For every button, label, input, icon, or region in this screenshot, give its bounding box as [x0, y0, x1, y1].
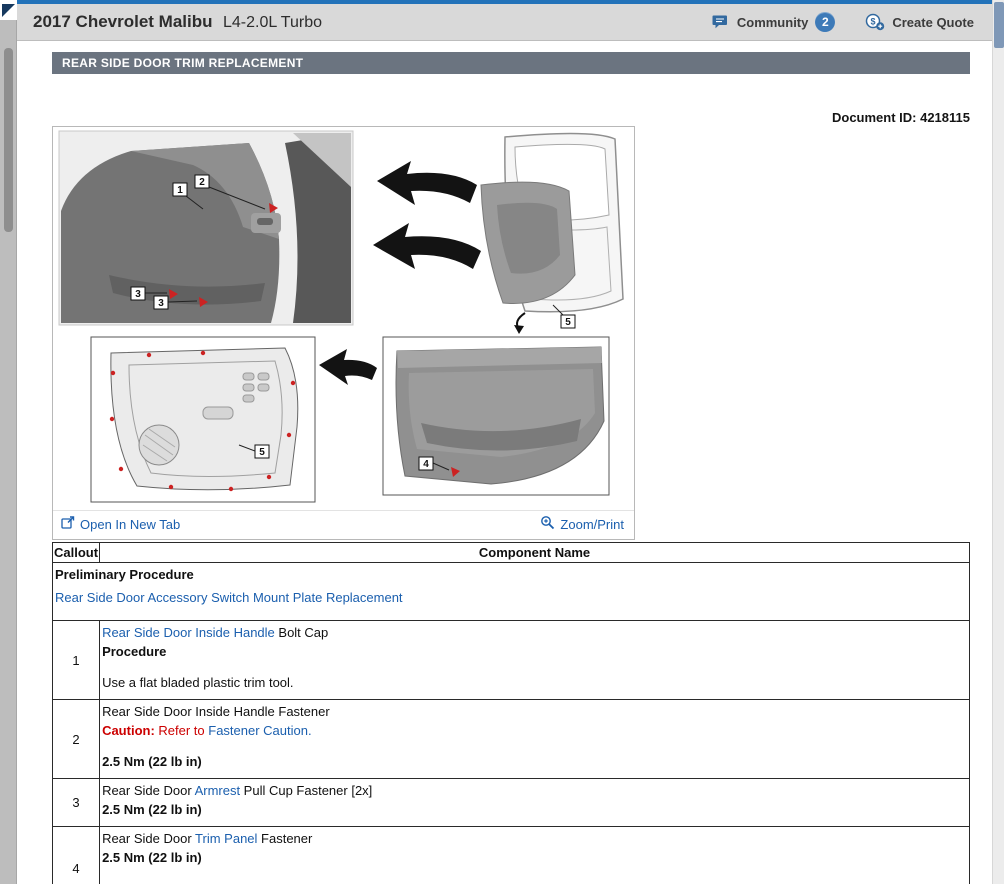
procedure-label: Procedure [102, 642, 965, 661]
component-cell: Rear Side Door Armrest Pull Cup Fastener… [100, 779, 970, 827]
collapse-panel-icon[interactable] [2, 4, 15, 17]
torque-spec: 2.5 Nm (22 lb in) [102, 752, 965, 771]
scrollbar-thumb[interactable] [994, 2, 1004, 48]
diagram-removal-view [373, 133, 623, 334]
diagram-trim-front-view [383, 337, 609, 495]
community-label: Community [737, 15, 809, 30]
table-row-callout-4: 4 Rear Side Door Trim Panel Fastener 2.5… [53, 827, 970, 884]
component-name-line: Rear Side Door Armrest Pull Cup Fastener… [102, 781, 965, 800]
create-quote-icon: $ [865, 13, 885, 31]
callout-number: 2 [53, 700, 100, 779]
vertical-scrollbar[interactable] [992, 0, 1004, 884]
svg-text:5: 5 [259, 447, 265, 458]
table-row-callout-3: 3 Rear Side Door Armrest Pull Cup Fasten… [53, 779, 970, 827]
zoom-magnifier-icon [540, 515, 555, 533]
create-quote-button[interactable]: $ Create Quote [865, 13, 974, 31]
diagram-handle-view [59, 131, 353, 325]
callout-number: 3 [53, 779, 100, 827]
component-cell: Rear Side Door Inside Handle Fastener Ca… [100, 700, 970, 779]
section-title: REAR SIDE DOOR TRIM REPLACEMENT [62, 56, 303, 70]
svg-text:5: 5 [565, 317, 571, 328]
procedure-note: Use a flat bladed plastic trim tool. [102, 673, 965, 692]
header-bar: 2017 Chevrolet Malibu L4-2.0L Turbo Comm… [17, 4, 992, 41]
diagram-trim-back-view [91, 337, 377, 502]
table-row-callout-1: 1 Rear Side Door Inside Handle Bolt Cap … [53, 621, 970, 700]
component-name-text: Fastener [257, 831, 312, 846]
svg-text:3: 3 [158, 298, 164, 309]
svg-text:1: 1 [177, 185, 183, 196]
community-button[interactable]: Community 2 [712, 12, 836, 32]
component-name-line: Rear Side Door Trim Panel Fastener [102, 829, 965, 848]
trim-panel-link[interactable]: Trim Panel [195, 831, 257, 846]
inside-handle-link[interactable]: Rear Side Door Inside Handle [102, 625, 275, 640]
caution-label: Caution: [102, 723, 155, 738]
component-name-text: Bolt Cap [275, 625, 328, 640]
community-count-badge: 2 [815, 12, 835, 32]
article-content: REAR SIDE DOOR TRIM REPLACEMENT Document… [17, 41, 992, 884]
preliminary-procedure-row: Preliminary Procedure Rear Side Door Acc… [53, 563, 970, 621]
create-quote-label: Create Quote [892, 15, 974, 30]
svg-text:$: $ [871, 17, 876, 27]
zoom-print-link[interactable]: Zoom/Print [540, 515, 624, 533]
table-header-row: Callout Component Name [53, 543, 970, 563]
component-cell: Rear Side Door Trim Panel Fastener 2.5 N… [100, 827, 970, 884]
zoom-print-label: Zoom/Print [560, 517, 624, 532]
vehicle-engine: L4-2.0L Turbo [223, 14, 322, 31]
armrest-link[interactable]: Armrest [195, 783, 241, 798]
component-name-text: Rear Side Door Inside Handle Fastener [102, 702, 965, 721]
community-chat-icon [712, 14, 730, 30]
callout-table: Callout Component Name Preliminary Proce… [52, 542, 970, 884]
caution-line: Caution: Refer to Fastener Caution. [102, 721, 965, 740]
preliminary-procedure-title: Preliminary Procedure [55, 566, 967, 584]
svg-text:3: 3 [135, 289, 141, 300]
left-panel-strip [0, 0, 17, 884]
callout-number: 4 [53, 827, 100, 884]
section-title-bar: REAR SIDE DOOR TRIM REPLACEMENT [52, 52, 970, 74]
vehicle-title: 2017 Chevrolet Malibu L4-2.0L Turbo [33, 12, 322, 32]
caution-text: Refer to [155, 723, 208, 738]
torque-spec: 2.5 Nm (22 lb in) [102, 848, 965, 867]
header-actions: Community 2 $ Create Quote [712, 12, 974, 32]
open-in-new-tab-label: Open In New Tab [80, 517, 180, 532]
figure-panel: 1 2 3 3 [52, 126, 635, 540]
svg-text:2: 2 [199, 177, 205, 188]
component-cell: Rear Side Door Inside Handle Bolt Cap Pr… [100, 621, 970, 700]
column-header-callout: Callout [53, 543, 100, 563]
fastener-caution-link[interactable]: Fastener Caution. [208, 723, 311, 738]
preliminary-procedure-link[interactable]: Rear Side Door Accessory Switch Mount Pl… [55, 589, 403, 607]
svg-text:4: 4 [423, 459, 429, 470]
column-header-component: Component Name [100, 543, 970, 563]
door-trim-exploded-diagram: 1 2 3 3 [53, 127, 634, 510]
vehicle-name: 2017 Chevrolet Malibu [33, 12, 213, 31]
table-row-callout-2: 2 Rear Side Door Inside Handle Fastener … [53, 700, 970, 779]
document-id: Document ID: 4218115 [52, 110, 970, 126]
external-link-icon [61, 516, 75, 532]
open-in-new-tab-link[interactable]: Open In New Tab [61, 516, 180, 532]
callout-number: 1 [53, 621, 100, 700]
component-name-text: Rear Side Door [102, 783, 195, 798]
figure-toolbar: Open In New Tab Zoom/Print [53, 510, 634, 539]
component-name-text: Rear Side Door [102, 831, 195, 846]
component-name-text: Pull Cup Fastener [2x] [240, 783, 372, 798]
component-name-line: Rear Side Door Inside Handle Bolt Cap [102, 623, 965, 642]
left-scrollbar-thumb[interactable] [4, 48, 13, 232]
torque-spec: 2.5 Nm (22 lb in) [102, 800, 965, 819]
